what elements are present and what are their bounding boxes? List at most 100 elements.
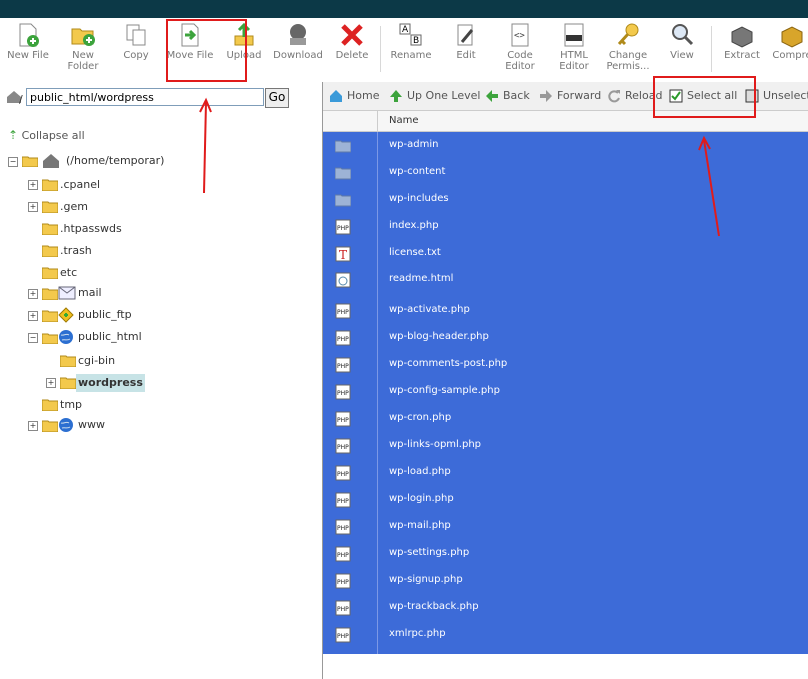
checkbox-empty-icon (745, 89, 759, 103)
back-button[interactable]: Back (485, 88, 530, 104)
tree-toggle[interactable]: − (28, 333, 38, 343)
php-file-icon: PHP (335, 627, 351, 643)
table-row[interactable]: PHP wp-trackback.php (323, 594, 808, 621)
file-name: wp-login.php (389, 493, 454, 504)
tree-toggle[interactable]: + (28, 180, 38, 190)
new-folder-button[interactable]: New Folder (62, 22, 104, 78)
folder-icon (60, 377, 76, 389)
home-icon: / (7, 91, 23, 104)
svg-text:<>: <> (514, 31, 525, 41)
code-editor-button[interactable]: <> Code Editor (500, 22, 540, 78)
file-name: readme.html (389, 273, 454, 284)
table-row[interactable]: wp-admin (323, 132, 808, 159)
home-icon (43, 154, 59, 168)
top-bar (0, 0, 808, 18)
table-row[interactable]: Tlicense.txt (323, 240, 808, 267)
folder-open-icon (22, 156, 38, 167)
svg-text:B: B (413, 36, 419, 46)
table-row[interactable]: readme.html (323, 266, 808, 293)
view-button[interactable]: View (664, 22, 700, 78)
rename-button[interactable]: AB Rename (388, 22, 434, 78)
table-row[interactable]: PHP wp-activate.php (323, 297, 808, 324)
ftp-warning-icon (58, 307, 74, 323)
path-input[interactable] (26, 88, 264, 106)
copy-button[interactable]: Copy (118, 22, 154, 78)
svg-text:A: A (402, 25, 409, 35)
unselect-all-button[interactable]: Unselect (745, 88, 808, 104)
folder-icon (42, 223, 58, 235)
table-row[interactable]: PHP wp-links-opml.php (323, 432, 808, 459)
table-row[interactable]: PHP wp-cron.php (323, 405, 808, 432)
folder-icon (42, 310, 58, 322)
edit-pencil-icon (457, 24, 474, 46)
new-folder-icon (71, 28, 95, 46)
folder-icon (335, 194, 351, 207)
html-editor-button[interactable]: HTML Editor (552, 22, 596, 78)
svg-text:PHP: PHP (337, 390, 349, 397)
forward-button[interactable]: Forward (539, 88, 601, 104)
php-file-icon: PHP (335, 411, 351, 427)
table-row[interactable]: PHP wp-mail.php (323, 513, 808, 540)
svg-text:T: T (339, 248, 347, 262)
file-name: wp-blog-header.php (389, 331, 489, 342)
envelope-icon (58, 286, 76, 300)
table-row[interactable]: PHP wp-login.php (323, 486, 808, 513)
php-file-icon: PHP (335, 330, 351, 346)
table-row[interactable]: PHP wp-blog-header.php (323, 324, 808, 351)
download-icon (290, 24, 306, 45)
edit-button[interactable]: Edit (448, 22, 484, 78)
collapse-all-link[interactable]: ⇡ Collapse all (8, 128, 85, 142)
go-button[interactable]: Go (265, 88, 289, 108)
reload-button[interactable]: Reload (607, 88, 662, 104)
table-row[interactable]: PHP wp-load.php (323, 459, 808, 486)
extract-button[interactable]: Extract (720, 22, 764, 78)
tree-toggle[interactable]: + (28, 421, 38, 431)
up-one-level-button[interactable]: Up One Level (389, 88, 480, 104)
php-file-icon: PHP (335, 357, 351, 373)
compress-button[interactable]: Compre (772, 22, 808, 78)
file-name: wp-content (389, 166, 446, 177)
svg-text:PHP: PHP (337, 606, 349, 613)
file-name: wp-cron.php (389, 412, 452, 423)
copy-icon (126, 24, 146, 46)
table-row[interactable]: PHP xmlrpc.php (323, 621, 808, 648)
move-file-button[interactable]: Move File (166, 22, 214, 78)
tree-toggle[interactable]: − (8, 157, 18, 167)
folder-icon (60, 355, 76, 367)
file-name: wp-signup.php (389, 574, 463, 585)
svg-text:PHP: PHP (337, 552, 349, 559)
tree-toggle[interactable]: + (46, 378, 56, 388)
tree-toggle[interactable]: + (28, 289, 38, 299)
svg-text:PHP: PHP (337, 309, 349, 316)
rename-icon: AB (399, 23, 422, 46)
tree-toggle[interactable]: + (28, 202, 38, 212)
text-file-icon: T (335, 246, 351, 262)
file-name: wp-trackback.php (389, 601, 479, 612)
upload-button[interactable]: Upload (224, 22, 264, 78)
html-file-icon (335, 272, 351, 288)
name-column-header[interactable]: Name (389, 115, 419, 126)
change-permissions-button[interactable]: Change Permis... (604, 22, 652, 78)
download-button[interactable]: Download (272, 22, 324, 78)
tree-toggle[interactable]: + (28, 311, 38, 321)
home-nav-button[interactable]: Home (329, 88, 379, 104)
folder-icon (335, 167, 351, 180)
select-all-button[interactable]: Select all (669, 88, 737, 104)
table-row[interactable]: PHP wp-comments-post.php (323, 351, 808, 378)
table-row[interactable]: PHP index.php (323, 213, 808, 240)
table-row[interactable]: wp-includes (323, 186, 808, 213)
column-separator (377, 111, 378, 131)
table-row[interactable]: PHP wp-signup.php (323, 567, 808, 594)
key-icon (617, 23, 639, 46)
table-row[interactable]: wp-content (323, 159, 808, 186)
new-file-button[interactable]: New File (6, 22, 50, 78)
folder-icon (42, 267, 58, 279)
globe-icon (59, 418, 73, 432)
file-name: wp-mail.php (389, 520, 451, 531)
php-file-icon: PHP (335, 573, 351, 589)
new-file-icon (19, 23, 39, 47)
delete-button[interactable]: Delete (332, 22, 372, 78)
table-row[interactable]: PHP wp-config-sample.php (323, 378, 808, 405)
table-row[interactable]: PHP wp-settings.php (323, 540, 808, 567)
folder-icon (42, 245, 58, 257)
